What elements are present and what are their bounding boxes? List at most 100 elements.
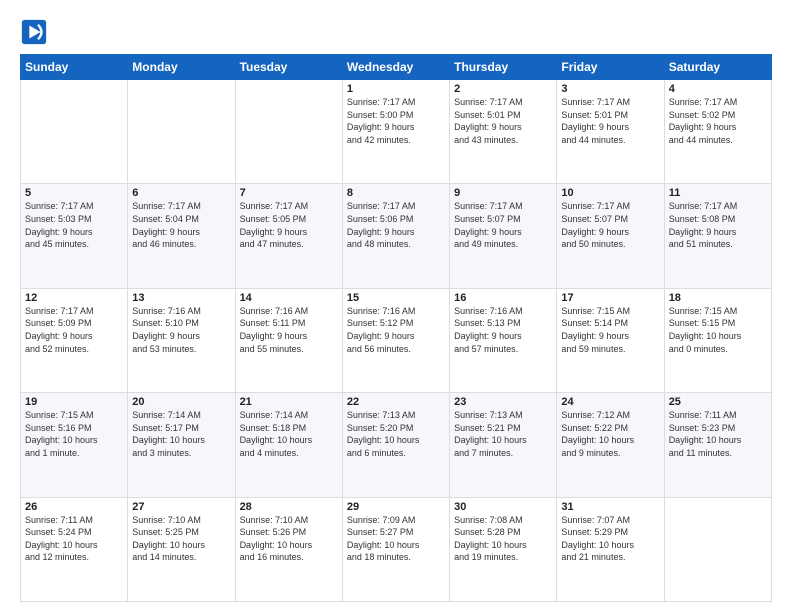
day-info: Sunrise: 7:17 AM Sunset: 5:04 PM Dayligh… — [132, 200, 230, 250]
weekday-header: Monday — [128, 55, 235, 80]
day-info: Sunrise: 7:17 AM Sunset: 5:03 PM Dayligh… — [25, 200, 123, 250]
weekday-header: Thursday — [450, 55, 557, 80]
calendar-cell: 3Sunrise: 7:17 AM Sunset: 5:01 PM Daylig… — [557, 80, 664, 184]
calendar-header-row: SundayMondayTuesdayWednesdayThursdayFrid… — [21, 55, 772, 80]
day-info: Sunrise: 7:17 AM Sunset: 5:07 PM Dayligh… — [561, 200, 659, 250]
day-number: 16 — [454, 292, 552, 304]
calendar-table: SundayMondayTuesdayWednesdayThursdayFrid… — [20, 54, 772, 602]
day-number: 30 — [454, 501, 552, 513]
calendar-cell: 31Sunrise: 7:07 AM Sunset: 5:29 PM Dayli… — [557, 497, 664, 601]
day-number: 27 — [132, 501, 230, 513]
calendar-cell: 25Sunrise: 7:11 AM Sunset: 5:23 PM Dayli… — [664, 393, 771, 497]
calendar-cell — [664, 497, 771, 601]
day-number: 8 — [347, 187, 445, 199]
calendar-cell: 30Sunrise: 7:08 AM Sunset: 5:28 PM Dayli… — [450, 497, 557, 601]
day-info: Sunrise: 7:11 AM Sunset: 5:23 PM Dayligh… — [669, 409, 767, 459]
day-number: 31 — [561, 501, 659, 513]
day-info: Sunrise: 7:12 AM Sunset: 5:22 PM Dayligh… — [561, 409, 659, 459]
day-number: 3 — [561, 83, 659, 95]
day-number: 11 — [669, 187, 767, 199]
calendar-cell: 1Sunrise: 7:17 AM Sunset: 5:00 PM Daylig… — [342, 80, 449, 184]
calendar-cell: 11Sunrise: 7:17 AM Sunset: 5:08 PM Dayli… — [664, 184, 771, 288]
weekday-header: Saturday — [664, 55, 771, 80]
day-info: Sunrise: 7:17 AM Sunset: 5:08 PM Dayligh… — [669, 200, 767, 250]
calendar-cell: 6Sunrise: 7:17 AM Sunset: 5:04 PM Daylig… — [128, 184, 235, 288]
day-number: 26 — [25, 501, 123, 513]
calendar-cell — [128, 80, 235, 184]
day-number: 12 — [25, 292, 123, 304]
day-info: Sunrise: 7:16 AM Sunset: 5:11 PM Dayligh… — [240, 305, 338, 355]
day-info: Sunrise: 7:15 AM Sunset: 5:16 PM Dayligh… — [25, 409, 123, 459]
day-number: 5 — [25, 187, 123, 199]
calendar-cell: 8Sunrise: 7:17 AM Sunset: 5:06 PM Daylig… — [342, 184, 449, 288]
day-info: Sunrise: 7:15 AM Sunset: 5:14 PM Dayligh… — [561, 305, 659, 355]
day-info: Sunrise: 7:16 AM Sunset: 5:10 PM Dayligh… — [132, 305, 230, 355]
calendar-cell: 26Sunrise: 7:11 AM Sunset: 5:24 PM Dayli… — [21, 497, 128, 601]
day-info: Sunrise: 7:09 AM Sunset: 5:27 PM Dayligh… — [347, 514, 445, 564]
calendar-cell: 2Sunrise: 7:17 AM Sunset: 5:01 PM Daylig… — [450, 80, 557, 184]
calendar-cell: 22Sunrise: 7:13 AM Sunset: 5:20 PM Dayli… — [342, 393, 449, 497]
day-info: Sunrise: 7:11 AM Sunset: 5:24 PM Dayligh… — [25, 514, 123, 564]
weekday-header: Friday — [557, 55, 664, 80]
weekday-header: Wednesday — [342, 55, 449, 80]
day-number: 1 — [347, 83, 445, 95]
calendar-cell: 21Sunrise: 7:14 AM Sunset: 5:18 PM Dayli… — [235, 393, 342, 497]
calendar-cell: 28Sunrise: 7:10 AM Sunset: 5:26 PM Dayli… — [235, 497, 342, 601]
day-info: Sunrise: 7:17 AM Sunset: 5:09 PM Dayligh… — [25, 305, 123, 355]
day-info: Sunrise: 7:14 AM Sunset: 5:18 PM Dayligh… — [240, 409, 338, 459]
calendar-cell: 17Sunrise: 7:15 AM Sunset: 5:14 PM Dayli… — [557, 288, 664, 392]
calendar-week-row: 19Sunrise: 7:15 AM Sunset: 5:16 PM Dayli… — [21, 393, 772, 497]
day-number: 28 — [240, 501, 338, 513]
calendar-cell: 4Sunrise: 7:17 AM Sunset: 5:02 PM Daylig… — [664, 80, 771, 184]
day-number: 23 — [454, 396, 552, 408]
calendar-cell: 29Sunrise: 7:09 AM Sunset: 5:27 PM Dayli… — [342, 497, 449, 601]
calendar-cell: 12Sunrise: 7:17 AM Sunset: 5:09 PM Dayli… — [21, 288, 128, 392]
day-number: 14 — [240, 292, 338, 304]
calendar-cell: 7Sunrise: 7:17 AM Sunset: 5:05 PM Daylig… — [235, 184, 342, 288]
day-number: 19 — [25, 396, 123, 408]
calendar-week-row: 5Sunrise: 7:17 AM Sunset: 5:03 PM Daylig… — [21, 184, 772, 288]
day-number: 18 — [669, 292, 767, 304]
day-info: Sunrise: 7:14 AM Sunset: 5:17 PM Dayligh… — [132, 409, 230, 459]
day-number: 2 — [454, 83, 552, 95]
calendar-cell — [235, 80, 342, 184]
day-info: Sunrise: 7:16 AM Sunset: 5:12 PM Dayligh… — [347, 305, 445, 355]
calendar-week-row: 1Sunrise: 7:17 AM Sunset: 5:00 PM Daylig… — [21, 80, 772, 184]
day-info: Sunrise: 7:17 AM Sunset: 5:07 PM Dayligh… — [454, 200, 552, 250]
day-number: 13 — [132, 292, 230, 304]
calendar-cell: 23Sunrise: 7:13 AM Sunset: 5:21 PM Dayli… — [450, 393, 557, 497]
day-info: Sunrise: 7:17 AM Sunset: 5:00 PM Dayligh… — [347, 96, 445, 146]
calendar-cell: 10Sunrise: 7:17 AM Sunset: 5:07 PM Dayli… — [557, 184, 664, 288]
calendar-cell: 13Sunrise: 7:16 AM Sunset: 5:10 PM Dayli… — [128, 288, 235, 392]
day-info: Sunrise: 7:17 AM Sunset: 5:01 PM Dayligh… — [454, 96, 552, 146]
weekday-header: Tuesday — [235, 55, 342, 80]
day-number: 7 — [240, 187, 338, 199]
day-info: Sunrise: 7:15 AM Sunset: 5:15 PM Dayligh… — [669, 305, 767, 355]
calendar-week-row: 26Sunrise: 7:11 AM Sunset: 5:24 PM Dayli… — [21, 497, 772, 601]
day-number: 21 — [240, 396, 338, 408]
day-info: Sunrise: 7:17 AM Sunset: 5:02 PM Dayligh… — [669, 96, 767, 146]
day-info: Sunrise: 7:10 AM Sunset: 5:26 PM Dayligh… — [240, 514, 338, 564]
calendar-cell: 5Sunrise: 7:17 AM Sunset: 5:03 PM Daylig… — [21, 184, 128, 288]
day-info: Sunrise: 7:07 AM Sunset: 5:29 PM Dayligh… — [561, 514, 659, 564]
calendar-cell: 16Sunrise: 7:16 AM Sunset: 5:13 PM Dayli… — [450, 288, 557, 392]
day-number: 10 — [561, 187, 659, 199]
calendar-cell: 18Sunrise: 7:15 AM Sunset: 5:15 PM Dayli… — [664, 288, 771, 392]
logo-icon — [20, 18, 48, 46]
day-info: Sunrise: 7:17 AM Sunset: 5:05 PM Dayligh… — [240, 200, 338, 250]
day-number: 29 — [347, 501, 445, 513]
calendar-cell: 9Sunrise: 7:17 AM Sunset: 5:07 PM Daylig… — [450, 184, 557, 288]
day-number: 25 — [669, 396, 767, 408]
day-info: Sunrise: 7:17 AM Sunset: 5:06 PM Dayligh… — [347, 200, 445, 250]
calendar-cell: 14Sunrise: 7:16 AM Sunset: 5:11 PM Dayli… — [235, 288, 342, 392]
day-number: 20 — [132, 396, 230, 408]
calendar-cell — [21, 80, 128, 184]
day-info: Sunrise: 7:17 AM Sunset: 5:01 PM Dayligh… — [561, 96, 659, 146]
day-info: Sunrise: 7:08 AM Sunset: 5:28 PM Dayligh… — [454, 514, 552, 564]
calendar-cell: 15Sunrise: 7:16 AM Sunset: 5:12 PM Dayli… — [342, 288, 449, 392]
day-info: Sunrise: 7:16 AM Sunset: 5:13 PM Dayligh… — [454, 305, 552, 355]
day-number: 22 — [347, 396, 445, 408]
day-number: 9 — [454, 187, 552, 199]
logo — [20, 18, 50, 46]
calendar-cell: 24Sunrise: 7:12 AM Sunset: 5:22 PM Dayli… — [557, 393, 664, 497]
